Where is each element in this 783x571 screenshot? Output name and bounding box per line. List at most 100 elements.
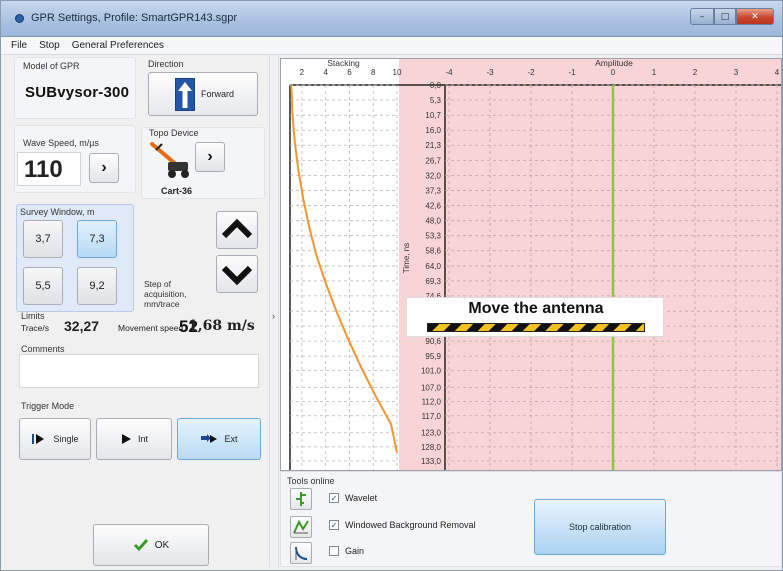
survey-window-option[interactable]: 3,7 [23,220,63,258]
window-title: GPR Settings, Profile: SmartGPR143.sgpr [31,12,238,24]
wavelet-checkbox[interactable]: ✓ [329,493,339,503]
movement-speed-value: 1,68 m/s [188,318,255,334]
limits-label: Limits [21,311,45,321]
y-tick-label: 69,3 [425,277,441,286]
chevron-down-icon [221,265,253,286]
amplitude-x-tick-label: -3 [486,68,494,77]
direction-label: Direction [148,59,184,69]
wave-speed-next-button[interactable]: › [89,153,119,183]
stacking-x-tick-label: 6 [347,68,352,77]
wave-speed-label: Wave Speed, m/µs [23,138,99,148]
y-tick-label: 26,7 [425,156,441,165]
ok-button[interactable]: OK [93,524,209,566]
y-tick-label: 16,0 [425,126,441,135]
background-removal-option[interactable]: ✓ Windowed Background Removal [329,520,476,530]
trigger-ext-label: Ext [224,434,238,444]
y-tick-label: 37,3 [425,186,441,195]
menu-file[interactable]: File [11,40,27,51]
background-removal-checkbox[interactable]: ✓ [329,520,339,530]
model-value: SUBvysor-300 [25,84,130,101]
forward-button[interactable]: Forward [148,72,258,116]
stacking-x-tick-label: 10 [393,68,402,77]
trace-rate-label: Trace/s [21,323,50,333]
topo-device-next-button[interactable]: › [195,142,225,172]
stacking-curve [290,84,398,453]
y-tick-label: 58,6 [425,247,441,256]
checkmark-icon [133,539,148,552]
y-tick-label: 133,0 [421,457,442,466]
background-removal-tool-icon[interactable] [290,516,312,538]
gain-tool-icon[interactable] [290,542,312,564]
app-icon [15,14,24,23]
title-bar[interactable]: GPR Settings, Profile: SmartGPR143.sgpr … [1,1,782,37]
close-button[interactable]: ✕ [736,8,774,25]
tools-online-label: Tools online [287,476,335,486]
up-arrow-icon [175,78,195,111]
stacking-x-tick-label: 8 [371,68,376,77]
stop-calibration-button[interactable]: Stop calibration [534,499,666,555]
y-tick-label: 53,3 [425,232,441,241]
trigger-single-label: Single [53,434,79,444]
hazard-stripe [427,323,645,332]
y-tick-label: 112,0 [422,398,442,407]
survey-window-group: Survey Window, m 3,7 7,3 5,5 9,2 [16,204,134,312]
chevron-up-icon [221,218,253,239]
ok-label: OK [154,539,170,551]
menu-general-preferences[interactable]: General Preferences [72,40,164,51]
y-tick-label: 32,0 [425,171,441,180]
gain-label: Gain [345,546,365,556]
model-label: Model of GPR [23,61,80,71]
y-tick-label: 95,9 [425,352,441,361]
y-tick-label: 117,0 [422,412,442,421]
topo-device-label: Topo Device [149,128,199,138]
cart-icon [150,142,189,178]
menu-stop[interactable]: Stop [39,40,60,51]
y-tick-label: 48,0 [425,217,441,226]
y-tick-label: 90,6 [425,337,441,346]
amplitude-x-tick-label: -4 [445,68,453,77]
trigger-mode-label: Trigger Mode [21,401,75,411]
wave-speed-field[interactable]: 110 [17,152,81,186]
maximize-button[interactable]: □ [714,8,736,25]
y-tick-label: 101,0 [421,367,442,376]
amplitude-x-tick-label: 3 [734,68,739,77]
amplitude-x-tick-label: -1 [568,68,576,77]
amplitude-title: Amplitude [595,59,633,68]
trigger-ext-button[interactable]: Ext [177,418,261,460]
trigger-single-button[interactable]: Single [19,418,91,460]
settings-panel: Model of GPR SUBvysor-300 Direction Forw… [11,55,269,567]
y-tick-label: 107,0 [421,383,442,392]
amplitude-background [399,59,781,470]
calibration-chart-area: 0,0 5,3 10,7 16,0 21,3 26,7 32,0 37,3 42,6 48,0 53… [280,58,782,471]
y-tick-label: 10,7 [425,111,441,120]
gain-option[interactable]: Gain [329,546,364,556]
survey-window-label: Survey Window, m [20,207,95,217]
forward-label: Forward [201,89,235,99]
trigger-int-button[interactable]: Int [96,418,172,460]
survey-window-option[interactable]: 9,2 [77,267,117,305]
y-tick-label: 21,3 [425,141,441,150]
wavelet-tool-icon[interactable] [290,488,312,510]
model-group: Model of GPR SUBvysor-300 [14,57,136,119]
step-increase-button[interactable] [216,211,258,249]
panel-collapse-handle[interactable]: › [269,55,279,567]
comments-field[interactable] [19,354,259,388]
comments-label: Comments [21,344,65,354]
chevron-right-icon: › [272,311,275,321]
y-tick-label: 64,0 [425,262,441,271]
step-play-icon [32,434,45,444]
amplitude-x-tick-label: 0 [611,68,616,77]
play-icon [121,434,131,444]
y-tick-label: 42,6 [425,201,441,210]
wavelet-label: Wavelet [345,493,378,503]
survey-window-option-selected[interactable]: 7,3 [77,220,117,258]
amplitude-x-tick-label: 4 [775,68,780,77]
external-trigger-icon [201,434,218,443]
banner-text: Move the antenna [468,300,604,317]
minimize-button[interactable]: – [690,8,714,25]
wavelet-option[interactable]: ✓ Wavelet [329,493,377,503]
move-antenna-banner: Move the antenna [406,297,664,337]
gain-checkbox[interactable] [329,546,339,556]
survey-window-option[interactable]: 5,5 [23,267,63,305]
step-decrease-button[interactable] [216,255,258,293]
